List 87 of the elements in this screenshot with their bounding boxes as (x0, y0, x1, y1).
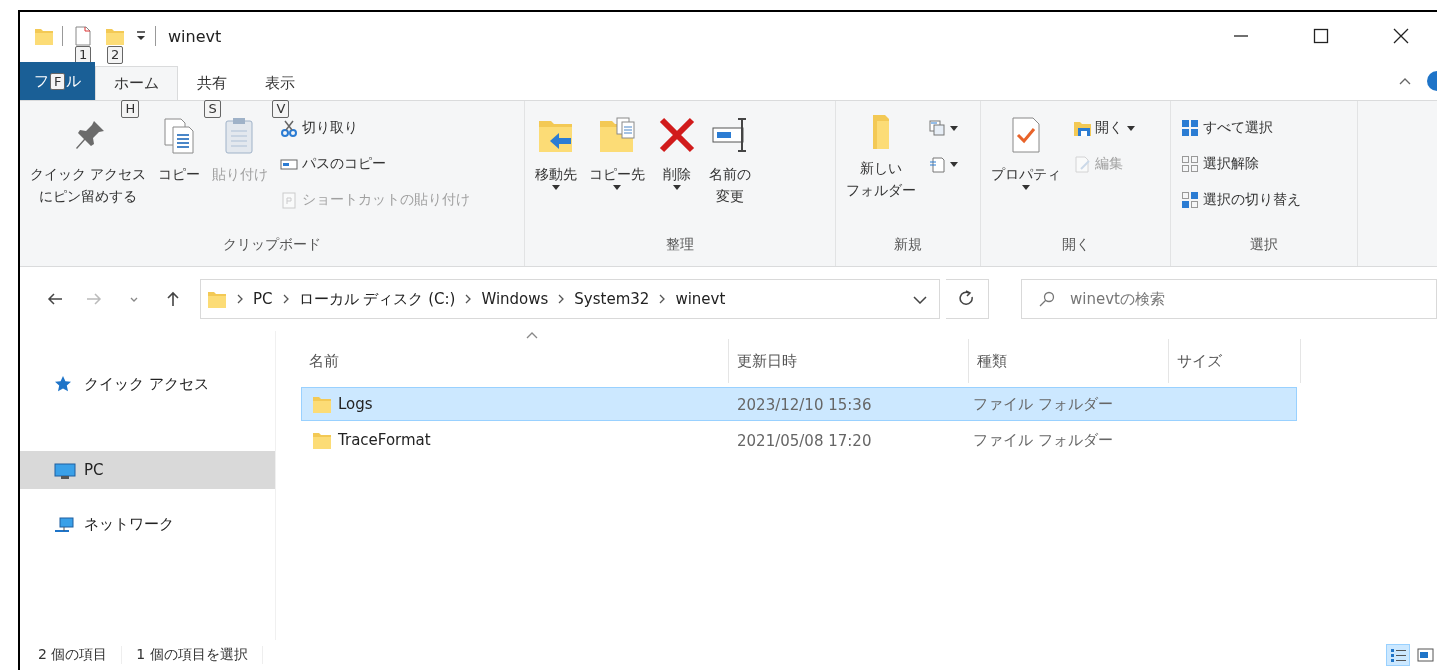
folder-icon (312, 394, 332, 414)
keytip: S (204, 100, 221, 118)
column-header[interactable]: サイズ (1169, 339, 1301, 383)
folder-icon (105, 26, 125, 46)
ribbon-button[interactable]: 開く (1069, 111, 1139, 145)
nav-item[interactable]: PC (20, 451, 275, 489)
ribbon-button[interactable]: パスのコピー (276, 147, 475, 181)
ribbon-button[interactable]: 削除 (653, 109, 701, 236)
item-count: 2 個の項目 (38, 646, 123, 664)
group-label: 新規 (893, 236, 923, 254)
chevron-right-icon (282, 294, 289, 304)
scissors-icon (280, 119, 299, 137)
modified-date: 2023/12/10 15:36 (737, 395, 872, 414)
shortcut-page-icon (280, 191, 299, 209)
network-icon (54, 515, 76, 533)
pages-icon (928, 119, 946, 137)
nav-item[interactable]: クイック アクセス (20, 365, 275, 403)
folder-icon (312, 430, 332, 450)
keytip: 2 (107, 46, 124, 64)
collapse-icon (1399, 77, 1411, 85)
ribbon-button[interactable]: 選択の切り替え (1177, 183, 1305, 217)
ribbon-button[interactable]: 名前の 変更 (705, 109, 755, 236)
window-title: winevt (168, 26, 222, 46)
view-button[interactable] (1386, 644, 1410, 666)
grid-icon (1181, 119, 1199, 137)
group-label: クリップボード (222, 236, 322, 254)
chevron-right-icon (558, 294, 565, 304)
column-header[interactable]: 種類 (969, 339, 1169, 383)
chevron-right-icon (237, 294, 244, 304)
monitor-icon (54, 461, 76, 479)
delete-icon (657, 115, 697, 155)
grid-icon (1181, 191, 1199, 209)
page-lines-icon (928, 155, 946, 173)
keytip: F (50, 72, 66, 90)
nav-item[interactable]: ネットワーク (20, 505, 275, 543)
ribbon-button[interactable]: 新しい フォルダー (842, 109, 920, 236)
close-icon[interactable] (1392, 28, 1410, 44)
ribbon-tab[interactable]: ホーム (95, 66, 179, 100)
maximize-icon[interactable] (1312, 28, 1330, 44)
ribbon-button[interactable]: コピー (154, 109, 205, 236)
file-row[interactable]: Logs 2023/12/10 15:36 ファイル フォルダー (301, 387, 1297, 421)
page-pencil-icon (1073, 155, 1091, 173)
search-icon (1039, 291, 1055, 307)
details-view-icon (1389, 647, 1407, 663)
ribbon-button[interactable]: プロパティ (987, 109, 1065, 236)
ribbon-button[interactable]: 移動先 (531, 109, 581, 236)
group-label: 整理 (665, 236, 695, 254)
ribbon-button[interactable]: コピー先 (585, 109, 649, 236)
page-icon (73, 26, 93, 46)
folder-icon (207, 289, 228, 309)
address-bar[interactable]: PC ローカル ディスク (C:) Windows System32 winevt (200, 279, 940, 319)
folder-icon (34, 26, 54, 46)
group-label: 開く (1060, 236, 1091, 254)
file-type: ファイル フォルダー (973, 395, 1113, 413)
folder-window-icon (1073, 119, 1091, 137)
breadcrumb[interactable]: Windows (481, 290, 549, 308)
modified-date: 2021/05/08 17:20 (737, 431, 872, 450)
grid-icon (1181, 155, 1199, 173)
ribbon-button[interactable]: すべて選択 (1177, 111, 1305, 145)
chevron-down-icon[interactable] (912, 295, 927, 304)
group-label: 選択 (1249, 236, 1279, 254)
search-field[interactable]: winevtの検索 (1021, 279, 1437, 319)
selection-count: 1 個の項目を選択 (136, 646, 263, 664)
breadcrumb[interactable]: PC (253, 290, 273, 308)
breadcrumb[interactable]: winevt (675, 290, 726, 308)
keytip: V (272, 100, 290, 118)
ribbon-tab[interactable]: 共有 (178, 66, 247, 100)
large-icons-view-icon (1416, 647, 1434, 663)
chevron-right-icon (659, 294, 666, 304)
refresh-icon[interactable] (958, 290, 975, 308)
ribbon-tab[interactable]: 表示 (246, 66, 315, 100)
folder-icon (873, 115, 889, 149)
file-name: Logs (338, 395, 373, 413)
column-header[interactable]: 更新日時 (729, 339, 969, 383)
breadcrumb[interactable]: System32 (574, 290, 650, 308)
breadcrumb[interactable]: ローカル ディスク (C:) (298, 289, 456, 309)
ribbon-button[interactable]: 選択解除 (1177, 147, 1305, 181)
file-tab[interactable]: フ F ル (20, 62, 96, 100)
file-type: ファイル フォルダー (973, 431, 1113, 449)
dropdown-icon (135, 30, 147, 42)
keytip: H (121, 100, 140, 118)
folder-pages-icon (597, 115, 637, 155)
file-name: TraceFormat (338, 431, 431, 449)
chevron-right-icon (465, 294, 472, 304)
help-icon (1425, 71, 1437, 91)
file-row[interactable]: TraceFormat 2021/05/08 17:20 ファイル フォルダー (301, 423, 1297, 457)
column-header[interactable]: 名前 (301, 339, 729, 383)
